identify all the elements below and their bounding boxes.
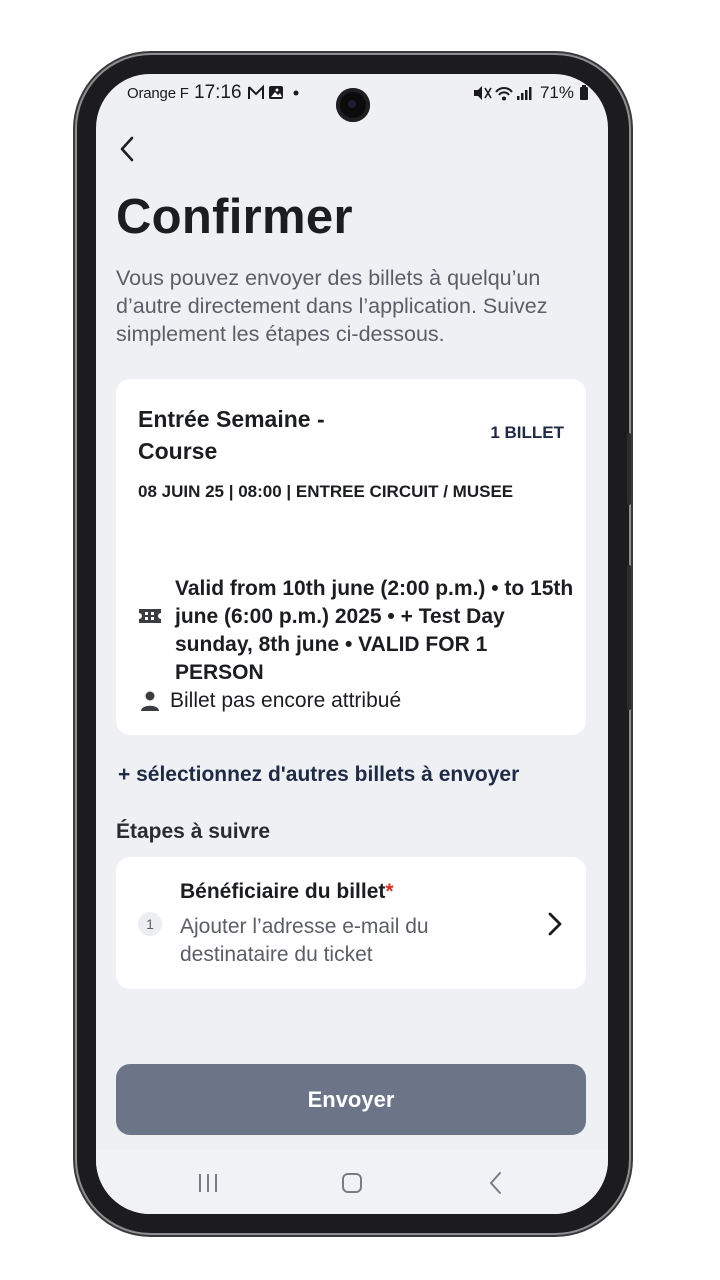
- mute-wifi-signal-icon: [473, 86, 532, 101]
- clock: 17:16: [194, 82, 242, 103]
- battery-percent: 71%: [539, 83, 574, 102]
- ticket-card: Entrée Semaine - Course 1 BILLET 08 JUIN…: [116, 379, 586, 735]
- step-title-text: Bénéficiaire du billet: [180, 880, 386, 903]
- nav-back-button[interactable]: [476, 1168, 516, 1198]
- step-subtitle: Ajouter l’adresse e-mail du destinataire…: [180, 915, 429, 966]
- gmail-gallery-dot-icon: [248, 84, 299, 99]
- ticket-date-venue: 08 JUIN 25 | 08:00 | ENTREE CIRCUIT / MU…: [138, 482, 514, 501]
- front-camera: [336, 88, 370, 122]
- home-button[interactable]: [332, 1168, 372, 1198]
- person-icon: [141, 691, 159, 711]
- nav-back-icon: [489, 1172, 501, 1194]
- ticket-validity: Valid from 10th june (2:00 p.m.) • to 15…: [175, 577, 574, 684]
- ticket-count-badge: 1 BILLET: [490, 423, 564, 442]
- step-recipient[interactable]: 1 Bénéficiaire du billet* Ajouter l’adre…: [116, 857, 586, 989]
- select-more-tickets-link[interactable]: + sélectionnez d'autres billets à envoye…: [118, 763, 519, 787]
- ticket-name: Entrée Semaine - Course: [138, 406, 325, 464]
- notification-icons: [247, 84, 307, 106]
- back-button[interactable]: [112, 134, 142, 164]
- back-chevron-icon: [120, 136, 134, 162]
- steps-heading: Étapes à suivre: [116, 820, 271, 843]
- home-icon: [342, 1173, 362, 1193]
- page-description: Vous pouvez envoyer des billets à quelqu…: [116, 266, 548, 346]
- send-button[interactable]: Envoyer: [116, 1064, 586, 1135]
- recents-button[interactable]: [188, 1168, 228, 1198]
- app-screen: Orange F 17:16 71% Confirmer Vous pouvez…: [96, 74, 608, 1214]
- recents-icon: [199, 1174, 217, 1192]
- chevron-right-icon: [548, 912, 562, 936]
- assignment-status: Billet pas encore attribué: [170, 689, 402, 712]
- ticket-icon: [139, 609, 161, 623]
- power-button: [627, 565, 631, 710]
- system-nav-bar: [96, 1150, 608, 1214]
- page-title: Confirmer: [116, 190, 353, 244]
- step-title: Bénéficiaire du billet*: [180, 880, 394, 904]
- system-indicators: 71%: [472, 83, 588, 103]
- volume-button: [627, 433, 631, 505]
- required-mark: *: [385, 880, 394, 903]
- battery-icon: [580, 84, 588, 100]
- carrier-name: Orange F: [127, 85, 189, 102]
- step-number: 1: [138, 912, 162, 936]
